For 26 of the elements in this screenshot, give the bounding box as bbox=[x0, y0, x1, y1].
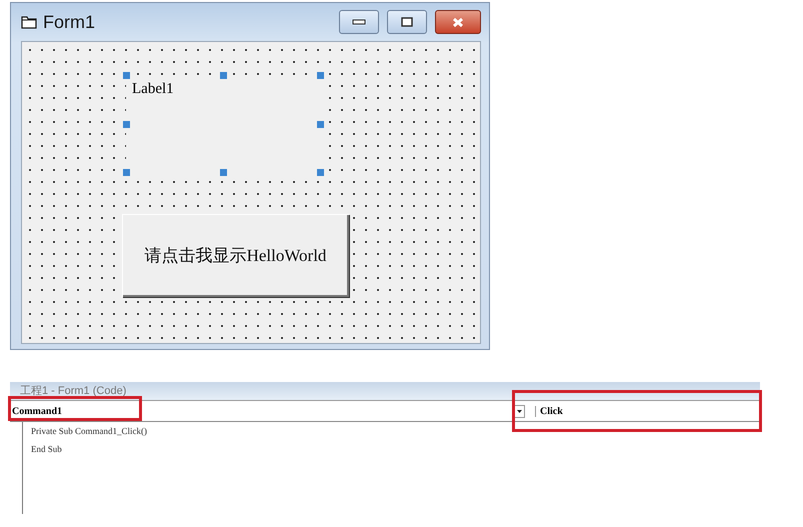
command-button[interactable]: 请点击我显示HelloWorld bbox=[122, 214, 349, 297]
dropdown-button[interactable] bbox=[514, 404, 525, 418]
close-button[interactable] bbox=[435, 10, 481, 34]
selection-handle[interactable] bbox=[317, 169, 324, 176]
code-line: Private Sub Command1_Click() bbox=[31, 426, 148, 436]
code-window-title: 工程1 - Form1 (Code) bbox=[10, 382, 760, 401]
minimize-button[interactable] bbox=[339, 10, 379, 34]
object-combo[interactable]: Command1 bbox=[10, 406, 512, 416]
selection-handle[interactable] bbox=[123, 169, 130, 176]
selection-handle[interactable] bbox=[317, 120, 324, 128]
window-title: Form1 bbox=[43, 12, 96, 32]
form-icon bbox=[21, 15, 37, 29]
procedure-combo[interactable]: Click bbox=[535, 406, 760, 416]
selection-handle[interactable] bbox=[123, 72, 130, 79]
minimize-icon bbox=[352, 19, 366, 25]
label-text: Label1 bbox=[132, 81, 174, 98]
code-editor[interactable]: Private Sub Command1_Click() End Sub bbox=[22, 422, 760, 514]
selection-handle[interactable] bbox=[317, 72, 324, 79]
close-icon bbox=[452, 16, 464, 28]
selection-handle[interactable] bbox=[220, 72, 227, 79]
selection-handle[interactable] bbox=[220, 169, 227, 176]
caret-icon bbox=[517, 410, 522, 412]
maximize-button[interactable] bbox=[387, 10, 427, 34]
code-line: End Sub bbox=[31, 444, 63, 454]
selection-handle[interactable] bbox=[123, 120, 130, 128]
maximize-icon bbox=[401, 17, 413, 27]
